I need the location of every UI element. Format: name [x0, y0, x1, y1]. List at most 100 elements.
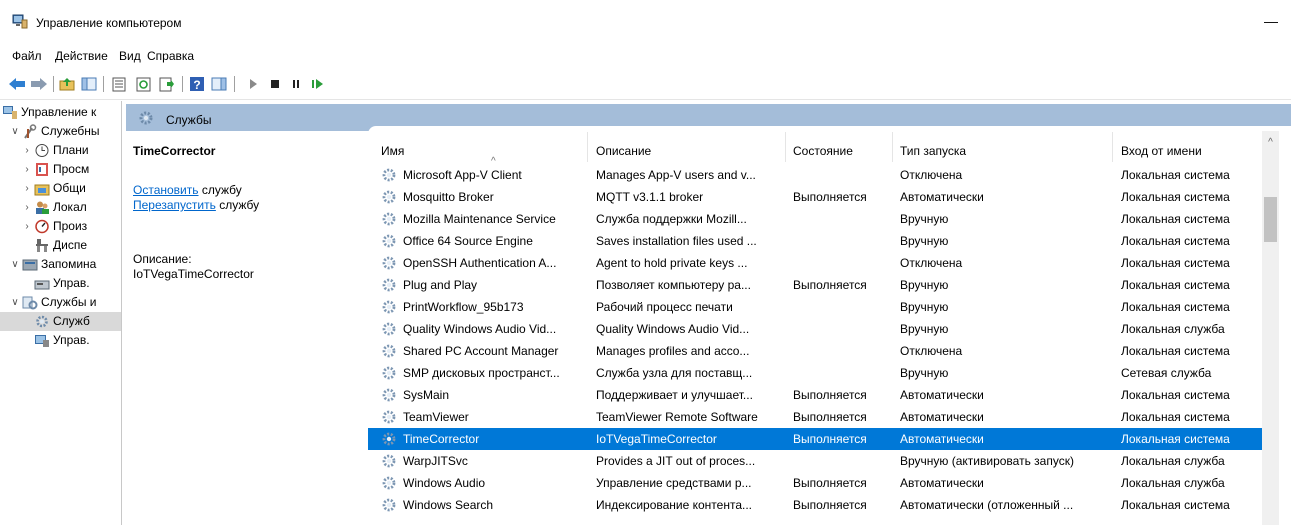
service-row[interactable]: Windows Audio Управление средствами р... В…	[368, 472, 1263, 494]
collapsed-chevron-icon[interactable]: ›	[22, 141, 32, 160]
title-bar: Управление компьютером —	[0, 0, 1291, 44]
tools-icon	[22, 124, 38, 139]
service-log-on-as: Локальная система	[1121, 388, 1230, 402]
service-log-on-as: Локальная служба	[1121, 322, 1225, 336]
help-icon[interactable]: ?	[188, 75, 206, 93]
start-service-icon[interactable]	[244, 75, 262, 93]
tree-item-label: Управ.	[53, 276, 90, 290]
tree-item[interactable]: Управ.	[0, 274, 121, 293]
performance-icon	[34, 219, 50, 234]
up-folder-icon[interactable]	[58, 75, 76, 93]
service-row[interactable]: Quality Windows Audio Vid... Quality Wind…	[368, 318, 1263, 340]
stop-service-icon[interactable]	[266, 75, 284, 93]
export-list-icon[interactable]	[158, 75, 176, 93]
scroll-up-icon[interactable]: ^	[1262, 137, 1279, 151]
tree-item[interactable]: › Общи	[0, 179, 121, 198]
column-header-status[interactable]: Состояние	[793, 126, 853, 162]
collapsed-chevron-icon[interactable]: ›	[22, 217, 32, 236]
properties-icon[interactable]	[110, 75, 128, 93]
service-row[interactable]: SysMain Поддерживает и улучшает... Выполня…	[368, 384, 1263, 406]
collapsed-chevron-icon[interactable]: ›	[22, 179, 32, 198]
services-list: Имя ^ Описание Состояние Тип запуска Вхо…	[368, 126, 1291, 525]
expanded-chevron-icon[interactable]: ∨	[10, 122, 20, 141]
collapsed-chevron-icon[interactable]: ›	[22, 198, 32, 217]
service-row[interactable]: WarpJITSvc Provides a JIT out of proces..…	[368, 450, 1263, 472]
service-startup-type: Автоматически	[900, 476, 984, 490]
service-startup-type: Автоматически	[900, 410, 984, 424]
service-row[interactable]: OpenSSH Authentication A... Agent to hold…	[368, 252, 1263, 274]
pause-service-icon[interactable]	[287, 75, 305, 93]
menu-file[interactable]: Файл	[12, 49, 42, 63]
column-header-name[interactable]: Имя ^	[381, 126, 496, 167]
service-row[interactable]: Microsoft App-V Client Manages App-V user…	[368, 164, 1263, 186]
service-status: Выполняется	[793, 410, 867, 424]
forward-arrow-icon[interactable]	[30, 75, 48, 93]
tree-item[interactable]: › Локал	[0, 198, 121, 217]
service-row[interactable]: Mosquitto Broker MQTT v3.1.1 broker Выполн…	[368, 186, 1263, 208]
service-row[interactable]: Plug and Play Позволяет компьютеру ра... В…	[368, 274, 1263, 296]
service-row[interactable]: Office 64 Source Engine Saves installatio…	[368, 230, 1263, 252]
tree-item[interactable]: Диспе	[0, 236, 121, 255]
device-manager-icon	[34, 238, 50, 253]
service-log-on-as: Локальная система	[1121, 344, 1230, 358]
tree-item[interactable]: ∨ Службы и	[0, 293, 121, 312]
collapsed-chevron-icon[interactable]: ›	[22, 160, 32, 179]
service-row[interactable]: SMP дисковых пространст... Служба узла дл…	[368, 362, 1263, 384]
service-gear-icon	[381, 409, 397, 425]
extended-description-pane: TimeCorrector Остановить службу Перезапу…	[126, 131, 368, 525]
expanded-chevron-icon[interactable]: ∨	[10, 255, 20, 274]
service-log-on-as: Локальная система	[1121, 410, 1230, 424]
service-name: Windows Audio	[403, 476, 486, 490]
refresh-icon[interactable]	[134, 75, 152, 93]
resume-service-icon[interactable]	[308, 75, 326, 93]
service-name: PrintWorkflow_95b173	[403, 300, 524, 314]
service-row[interactable]: TimeCorrector IoTVegaTimeCorrector Выполня…	[368, 428, 1263, 450]
tree-item[interactable]: › Произ	[0, 217, 121, 236]
services-apps-icon	[22, 295, 38, 310]
service-gear-icon	[381, 431, 397, 447]
tree-item-label: Служб	[53, 314, 90, 328]
vertical-scrollbar[interactable]: ^	[1262, 131, 1279, 525]
service-row[interactable]: Shared PC Account Manager Manages profile…	[368, 340, 1263, 362]
service-row[interactable]: Mozilla Maintenance Service Служба поддер…	[368, 208, 1263, 230]
expanded-chevron-icon[interactable]: ∨	[10, 293, 20, 312]
service-description: Рабочий процесс печати	[596, 300, 733, 314]
tree-item[interactable]: ∨ Запомина	[0, 255, 121, 274]
menu-action[interactable]: Действие	[55, 49, 108, 63]
menu-view[interactable]: Вид	[119, 49, 141, 63]
service-row[interactable]: PrintWorkflow_95b173 Рабочий процесс печа…	[368, 296, 1263, 318]
tree-item[interactable]: Служб	[0, 312, 121, 331]
storage-icon	[22, 257, 38, 272]
stop-service-link[interactable]: Остановить	[133, 183, 199, 197]
column-header-startup-type[interactable]: Тип запуска	[900, 126, 966, 162]
scroll-thumb[interactable]	[1264, 197, 1277, 242]
show-hide-action-pane-icon[interactable]	[210, 75, 228, 93]
service-log-on-as: Локальная служба	[1121, 454, 1225, 468]
service-startup-type: Отключена	[900, 344, 963, 358]
show-hide-tree-icon[interactable]	[80, 75, 98, 93]
restart-service-link[interactable]: Перезапустить	[133, 198, 216, 212]
service-row[interactable]: TeamViewer TeamViewer Remote Software Выпо…	[368, 406, 1263, 428]
console-tree: Управление к ∨ Служебны › Плани › Просм › Общи › Л…	[0, 101, 122, 525]
minimize-button[interactable]: —	[1251, 6, 1291, 40]
service-log-on-as: Локальная система	[1121, 212, 1230, 226]
service-startup-type: Вручную	[900, 322, 949, 336]
column-header-description[interactable]: Описание	[596, 126, 651, 162]
service-gear-icon	[381, 343, 397, 359]
tree-item[interactable]: Управление к	[0, 103, 121, 122]
service-description: Quality Windows Audio Vid...	[596, 322, 750, 336]
wmi-control-icon	[34, 333, 50, 348]
tree-item[interactable]: Управ.	[0, 331, 121, 350]
service-row[interactable]: Windows Search Индексирование контента...…	[368, 494, 1263, 516]
service-description: Служба поддержки Mozill...	[596, 212, 747, 226]
tree-item[interactable]: › Плани	[0, 141, 121, 160]
menu-help[interactable]: Справка	[147, 49, 194, 63]
tree-item[interactable]: ∨ Служебны	[0, 122, 121, 141]
service-description: Управление средствами р...	[596, 476, 752, 490]
back-arrow-icon[interactable]	[8, 75, 26, 93]
column-header-log-on-as[interactable]: Вход от имени	[1121, 126, 1202, 162]
service-name: OpenSSH Authentication A...	[403, 256, 557, 270]
tree-item[interactable]: › Просм	[0, 160, 121, 179]
service-log-on-as: Локальная служба	[1121, 476, 1225, 490]
service-name: WarpJITSvc	[403, 454, 468, 468]
